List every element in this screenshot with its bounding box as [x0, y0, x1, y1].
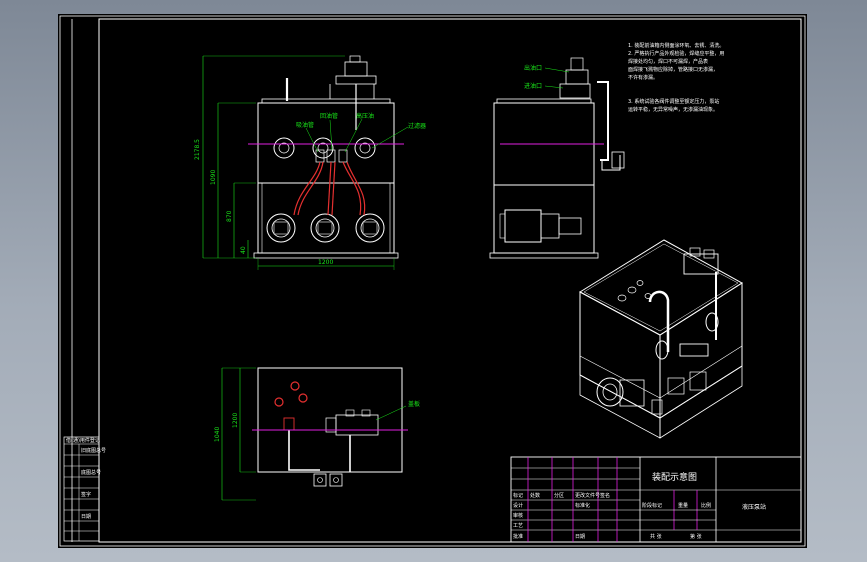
dim-width-label: 1200	[318, 259, 333, 266]
note-line: 运转平稳，无异常噪声，无渗漏油现象。	[628, 106, 718, 113]
scale-label: 比例	[701, 502, 711, 509]
left-strip-row: 日期	[81, 514, 91, 520]
note-line: 1. 装配前油箱内侧面涂环氧、去锈、清洗。	[628, 42, 724, 49]
label-cover: 盖板	[408, 400, 420, 408]
drawing-sheet	[58, 14, 807, 548]
title-row-label: 批准	[513, 533, 523, 540]
label-return: 回油管	[320, 112, 338, 120]
std-check-label: 标准化	[575, 502, 590, 509]
left-strip-header: 借(通)用件登记	[66, 437, 100, 444]
title-row-label: 标记	[513, 492, 523, 499]
title-col-header: 处数	[530, 492, 540, 499]
title-row-label: 审核	[513, 512, 523, 519]
left-strip-row: 底图总号	[81, 469, 101, 476]
product-name: 液压泵站	[742, 503, 766, 511]
left-strip-row: 签字	[81, 491, 91, 498]
sheet-of-label: 第 张	[690, 533, 702, 540]
note-line: 2. 严格执行产品外观检验，焊缝应平整，用	[628, 50, 724, 57]
note-line: 面焊接飞溅物应除掉，管路接口无渗漏，	[628, 66, 718, 73]
title-col-header: 更改文件号	[575, 492, 600, 499]
dim-tank-height-label: 1090	[210, 170, 217, 185]
stage-label: 阶段标记	[642, 502, 662, 509]
approve-date-label: 日期	[575, 534, 585, 540]
note-line: 3. 系统试验各阀件调整至额定压力，泵站	[628, 98, 719, 105]
sheet-label: 共 张	[650, 533, 662, 540]
title-col-header: 签名	[600, 492, 610, 499]
drawing-canvas: 借(通)用件登记 旧底图总号 底图总号 签字 日期 2178.5 1090 87…	[58, 14, 807, 548]
note-line: 焊接处均匀，焊口不可漏焊，产品表	[628, 58, 708, 65]
label-suction: 吸油管	[296, 121, 314, 129]
label-pressure: 高压油	[356, 112, 374, 120]
dim-total-height-label: 2178.5	[194, 139, 201, 160]
left-strip-row: 旧底图总号	[81, 447, 106, 454]
dim-frame-height-label: 870	[226, 210, 233, 222]
dim-depth-total-label: 1040	[214, 427, 221, 442]
title-row-label: 设计	[513, 502, 523, 509]
label-filter: 过滤器	[408, 122, 426, 130]
drawing-title: 装配示意图	[652, 471, 697, 483]
note-line: 不许有渗漏。	[628, 74, 658, 81]
title-row-label: 工艺	[513, 523, 523, 529]
dim-depth-tank-label: 1200	[232, 413, 239, 428]
weight-label: 重量	[678, 502, 688, 509]
dim-base-height-label: 40	[240, 246, 247, 254]
label-outlet: 出油口	[524, 64, 542, 72]
label-inlet: 进油口	[524, 82, 542, 90]
title-col-header: 分区	[554, 492, 564, 499]
